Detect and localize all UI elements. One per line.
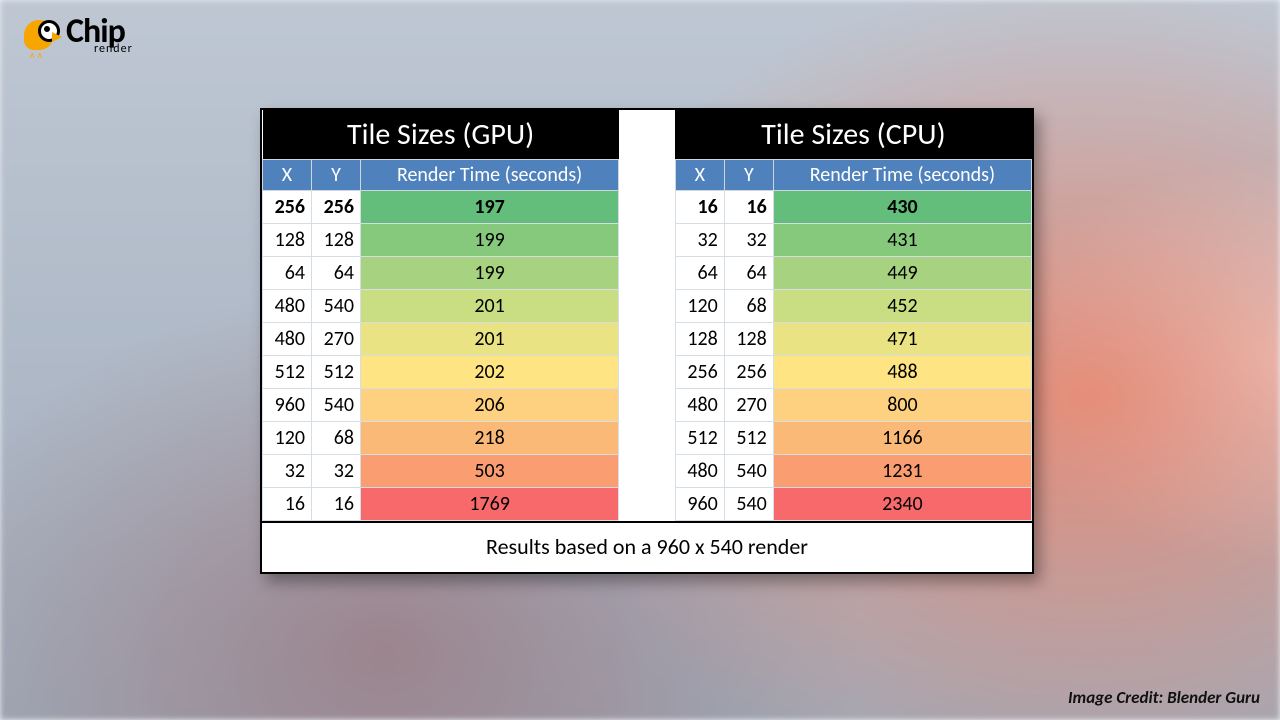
cell-render-time: 800: [773, 389, 1031, 422]
cpu-header-x: X: [675, 160, 724, 191]
cell-render-time: 1166: [773, 422, 1031, 455]
caption: Results based on a 960 x 540 render: [262, 521, 1032, 572]
cell-x: 960: [675, 488, 724, 521]
cell-render-time: 471: [773, 323, 1031, 356]
cell-render-time: 2340: [773, 488, 1031, 521]
cell-x: 512: [263, 356, 312, 389]
gpu-tbody: 2562561971281281996464199480540201480270…: [263, 191, 619, 521]
cell-x: 120: [675, 290, 724, 323]
cell-x: 32: [263, 455, 312, 488]
cell-x: 256: [263, 191, 312, 224]
table-row: 4805401231: [675, 455, 1031, 488]
cell-x: 512: [675, 422, 724, 455]
table-row: 6464199: [263, 257, 619, 290]
cell-y: 32: [312, 455, 361, 488]
gpu-title: Tile Sizes (GPU): [263, 110, 619, 160]
cpu-header-y: Y: [724, 160, 773, 191]
cell-render-time: 199: [361, 224, 619, 257]
gpu-header-rt: Render Time (seconds): [361, 160, 619, 191]
cell-render-time: 197: [361, 191, 619, 224]
cell-render-time: 449: [773, 257, 1031, 290]
table-row: 480540201: [263, 290, 619, 323]
cell-y: 270: [724, 389, 773, 422]
cell-y: 270: [312, 323, 361, 356]
cell-render-time: 202: [361, 356, 619, 389]
cell-render-time: 488: [773, 356, 1031, 389]
cell-x: 480: [675, 389, 724, 422]
cpu-header-rt: Render Time (seconds): [773, 160, 1031, 191]
table-row: 128128199: [263, 224, 619, 257]
table-row: 480270201: [263, 323, 619, 356]
logo-text-sub: render: [94, 44, 133, 55]
cell-render-time: 1231: [773, 455, 1031, 488]
cell-render-time: 201: [361, 290, 619, 323]
cell-y: 256: [312, 191, 361, 224]
gpu-table: Tile Sizes (GPU) X Y Render Time (second…: [262, 110, 619, 521]
cell-y: 128: [724, 323, 773, 356]
image-credit: Image Credit: Blender Guru: [1068, 687, 1260, 708]
cell-x: 64: [675, 257, 724, 290]
gpu-header-y: Y: [312, 160, 361, 191]
cell-render-time: 503: [361, 455, 619, 488]
cell-render-time: 452: [773, 290, 1031, 323]
cell-x: 480: [675, 455, 724, 488]
brand-logo: ʌʌ Chip render: [20, 14, 133, 58]
table-row: 5125121166: [675, 422, 1031, 455]
cell-render-time: 199: [361, 257, 619, 290]
table-row: 256256197: [263, 191, 619, 224]
cell-y: 68: [312, 422, 361, 455]
table-row: 256256488: [675, 356, 1031, 389]
cell-x: 128: [675, 323, 724, 356]
cell-x: 16: [263, 488, 312, 521]
cell-y: 256: [724, 356, 773, 389]
table-row: 128128471: [675, 323, 1031, 356]
cell-render-time: 201: [361, 323, 619, 356]
table-row: 12068218: [263, 422, 619, 455]
cpu-tbody: 1616430323243164644491206845212812847125…: [675, 191, 1031, 521]
cell-render-time: 206: [361, 389, 619, 422]
cell-x: 32: [675, 224, 724, 257]
table-row: 3232431: [675, 224, 1031, 257]
cell-x: 120: [263, 422, 312, 455]
cell-y: 16: [312, 488, 361, 521]
cell-y: 512: [312, 356, 361, 389]
cell-x: 128: [263, 224, 312, 257]
logo-mark-icon: ʌʌ: [20, 14, 64, 58]
cell-x: 64: [263, 257, 312, 290]
cell-x: 480: [263, 323, 312, 356]
table-row: 9605402340: [675, 488, 1031, 521]
cell-y: 32: [724, 224, 773, 257]
tile-size-panel: Tile Sizes (GPU) X Y Render Time (second…: [260, 108, 1034, 574]
cell-y: 540: [312, 389, 361, 422]
gpu-header-x: X: [263, 160, 312, 191]
cell-y: 512: [724, 422, 773, 455]
cell-y: 540: [724, 455, 773, 488]
table-row: 1616430: [675, 191, 1031, 224]
cpu-table: Tile Sizes (CPU) X Y Render Time (second…: [675, 110, 1032, 521]
cell-render-time: 218: [361, 422, 619, 455]
table-row: 960540206: [263, 389, 619, 422]
cell-y: 540: [724, 488, 773, 521]
cell-x: 256: [675, 356, 724, 389]
cpu-title: Tile Sizes (CPU): [675, 110, 1031, 160]
table-row: 16161769: [263, 488, 619, 521]
table-row: 12068452: [675, 290, 1031, 323]
table-row: 6464449: [675, 257, 1031, 290]
cell-y: 64: [312, 257, 361, 290]
cell-x: 960: [263, 389, 312, 422]
cell-render-time: 430: [773, 191, 1031, 224]
table-row: 3232503: [263, 455, 619, 488]
cell-y: 540: [312, 290, 361, 323]
cell-y: 16: [724, 191, 773, 224]
cell-y: 68: [724, 290, 773, 323]
cell-render-time: 431: [773, 224, 1031, 257]
table-row: 480270800: [675, 389, 1031, 422]
table-gap: [619, 110, 675, 521]
cell-x: 16: [675, 191, 724, 224]
cell-y: 64: [724, 257, 773, 290]
cell-y: 128: [312, 224, 361, 257]
cell-x: 480: [263, 290, 312, 323]
table-row: 512512202: [263, 356, 619, 389]
cell-render-time: 1769: [361, 488, 619, 521]
